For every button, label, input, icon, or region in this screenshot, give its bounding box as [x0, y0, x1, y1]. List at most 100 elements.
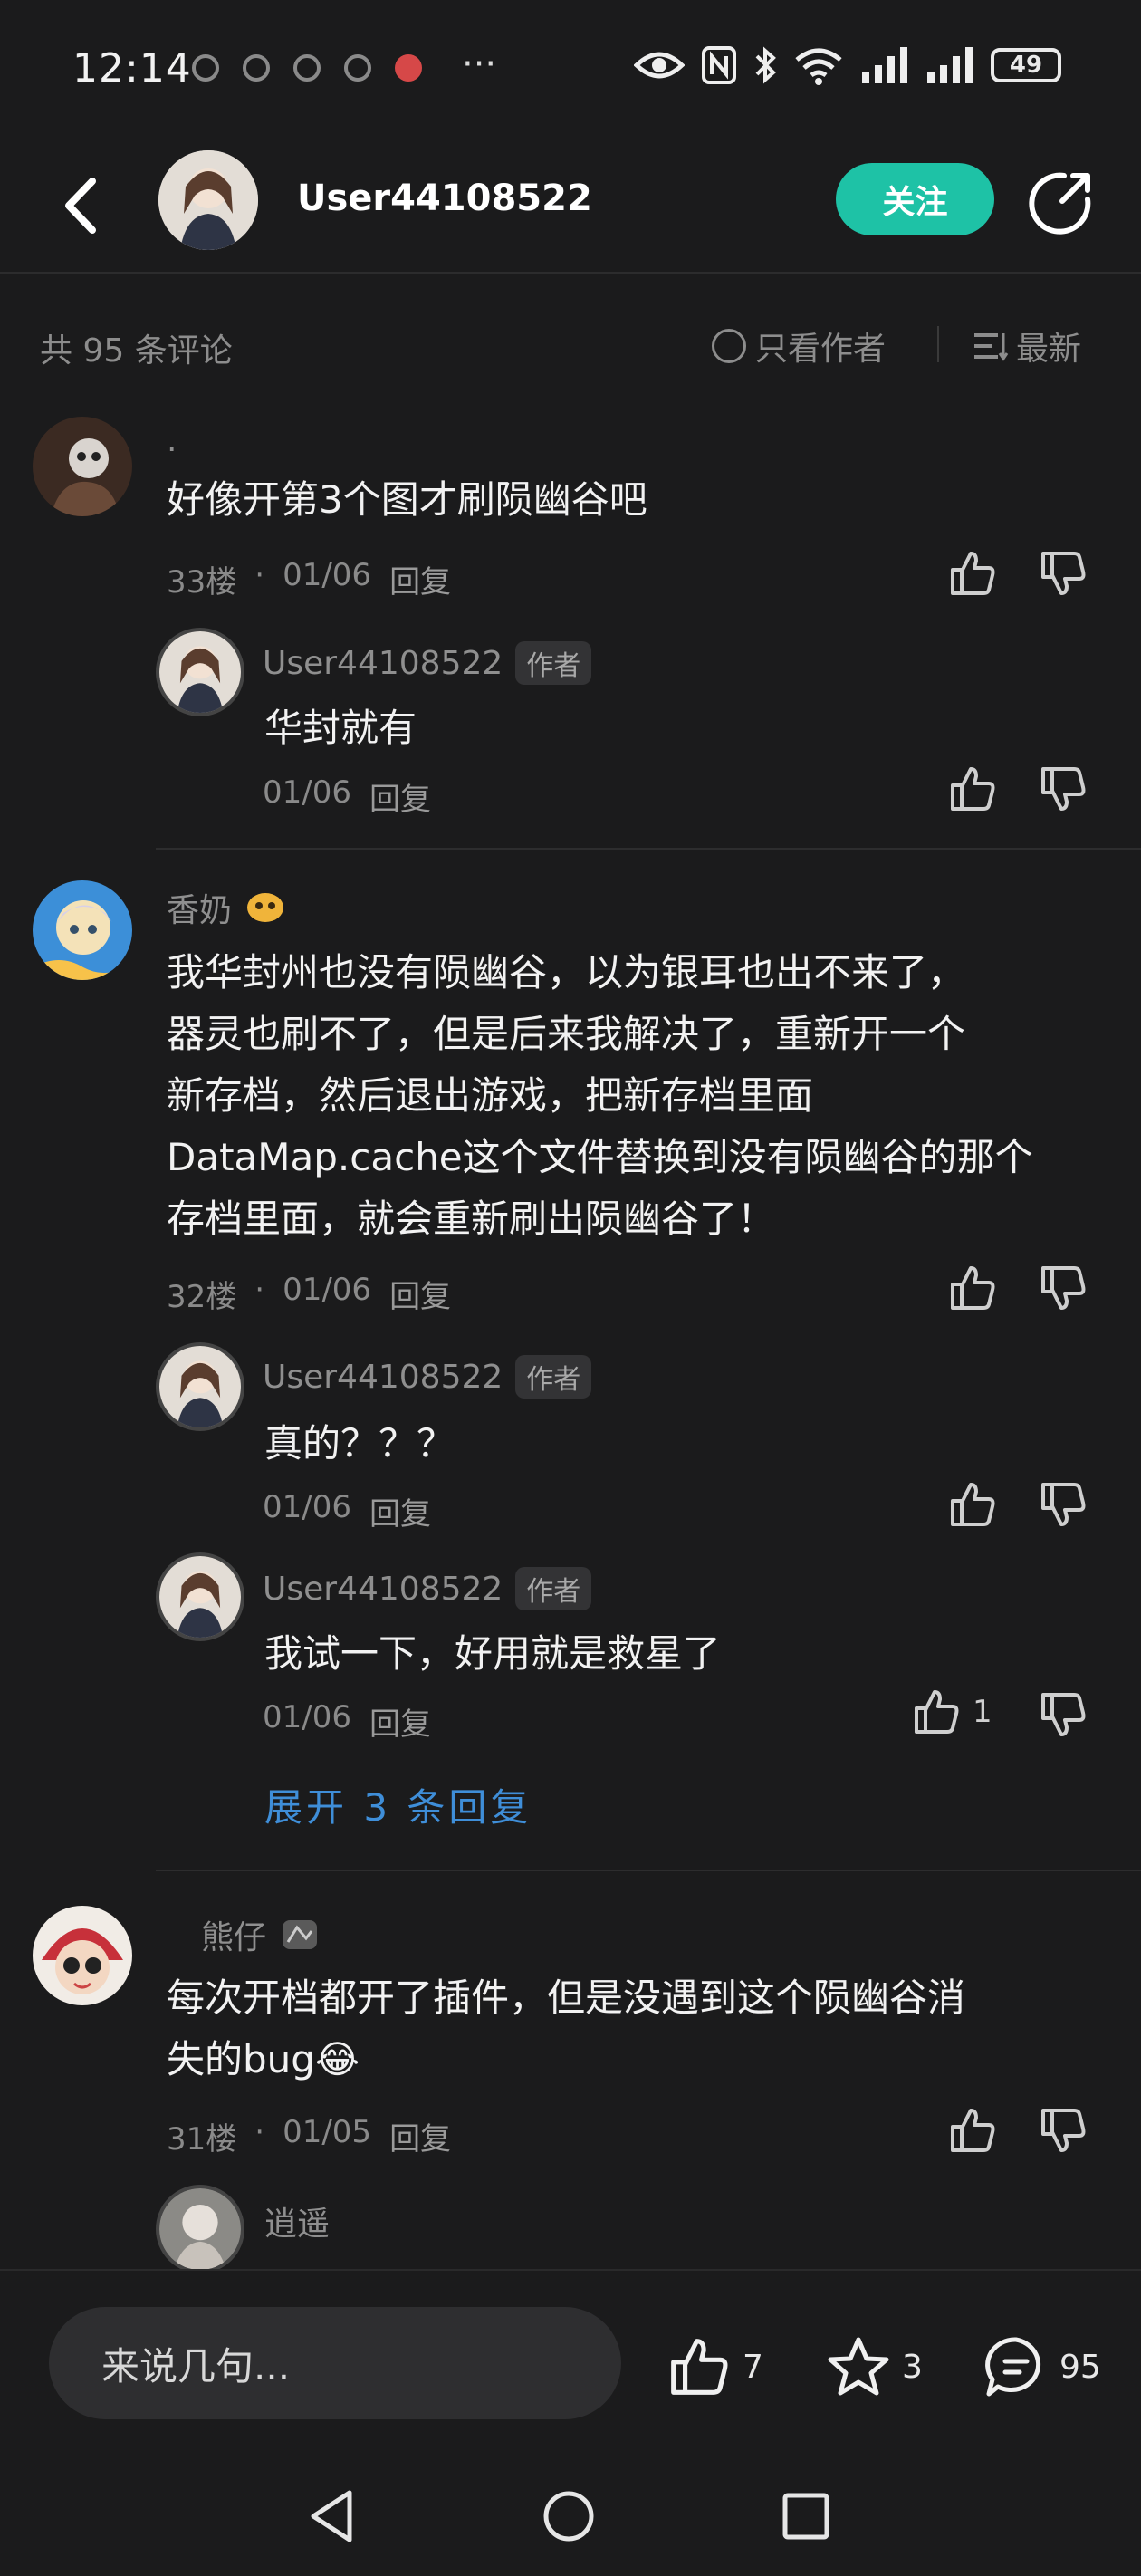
reply-meta: 01/06 回复	[263, 1699, 431, 1744]
battery-indicator: 49	[991, 48, 1061, 82]
reply-button[interactable]: 回复	[389, 1272, 451, 1316]
wifi-icon	[795, 48, 842, 85]
radio-icon[interactable]	[712, 329, 746, 363]
back-arrow-icon[interactable]	[56, 174, 110, 237]
nav-back-icon[interactable]	[304, 2487, 359, 2545]
comment-action-bar: 来说几句... 7 3 95	[0, 2269, 1141, 2419]
comment-text: 每次开档都开了插件，但是没遇到这个陨幽谷消 失的bug😂	[167, 1967, 1072, 2091]
thumbs-up-icon[interactable]	[947, 1263, 998, 1313]
reply-button[interactable]: 回复	[369, 1699, 431, 1744]
commenter-avatar[interactable]	[33, 880, 132, 980]
thumbs-up-icon	[671, 2339, 728, 2395]
comment-meta: 33楼 · 01/06 回复	[167, 557, 451, 601]
reply-avatar[interactable]	[156, 1342, 244, 1431]
comment-text-line: 失的bug😂	[167, 2037, 360, 2081]
thumbs-up-icon[interactable]	[947, 548, 998, 599]
only-author-label: 只看作者	[755, 331, 887, 368]
status-bar: 12:14 ··· 49	[0, 0, 1141, 136]
like-control[interactable]: 1	[911, 1687, 992, 1737]
reply-meta: 01/06 回复	[263, 774, 431, 819]
commenter-header: 熊仔	[201, 1911, 321, 1958]
reply-button[interactable]: 回复	[369, 1489, 431, 1533]
thumbs-down-icon[interactable]	[1038, 1689, 1088, 1740]
comment-text: 我华封州也没有陨幽谷，以为银耳也出不来了， 器灵也刷不了，但是后来我解决了，重新…	[167, 942, 1072, 1250]
thumbs-up-icon[interactable]	[947, 764, 998, 814]
notification-icons	[192, 54, 422, 82]
author-badge: 作者	[515, 1355, 592, 1399]
only-author-toggle[interactable]: 只看作者	[712, 322, 886, 370]
comment-input[interactable]: 来说几句...	[49, 2307, 621, 2419]
commenter-name[interactable]: 熊仔	[201, 1911, 266, 1958]
thumbs-up-icon[interactable]	[911, 1687, 962, 1737]
reply-text: 真的？？？	[264, 1421, 455, 1466]
avatar-image	[33, 1906, 132, 2005]
reply-author-name[interactable]: User44108522	[263, 1359, 503, 1396]
bluetooth-icon	[755, 46, 776, 84]
reply-button[interactable]: 回复	[389, 2114, 451, 2158]
like-count: 1	[973, 1694, 992, 1730]
expand-replies-link[interactable]: 展开 3 条回复	[264, 1777, 532, 1832]
status-time: 12:14	[72, 45, 192, 91]
reply-button[interactable]: 回复	[369, 774, 431, 819]
notification-icon	[243, 54, 270, 82]
reply-date: 01/06	[263, 1489, 351, 1525]
dot: ·	[254, 2114, 265, 2150]
thumbs-down-icon[interactable]	[1038, 764, 1088, 814]
thumbs-down-icon[interactable]	[1038, 548, 1088, 599]
commenter-name[interactable]: .	[167, 422, 177, 459]
share-icon[interactable]	[1028, 168, 1095, 235]
commenter-avatar[interactable]	[33, 417, 132, 516]
notification-icon	[344, 54, 371, 82]
reply-author-name[interactable]: 逍遥	[264, 2197, 330, 2244]
floor-number: 31楼	[167, 2121, 237, 2158]
author-avatar[interactable]	[158, 150, 258, 250]
like-post-button[interactable]: 7	[666, 2334, 763, 2399]
comment-button[interactable]: 95	[983, 2334, 1101, 2399]
reply-header: User44108522 作者	[263, 641, 592, 685]
reply-avatar[interactable]	[156, 628, 244, 716]
thumbs-down-icon[interactable]	[1038, 2105, 1088, 2156]
avatar-image	[159, 2188, 241, 2270]
system-icons: 49	[634, 45, 1061, 85]
comment-text-line: 新存档，然后退出游戏，把新存档里面	[167, 1073, 814, 1118]
notification-icon	[293, 54, 321, 82]
thumbs-down-icon[interactable]	[1038, 1479, 1088, 1530]
reply-button[interactable]: 回复	[389, 557, 451, 601]
reply-header: User44108522 作者	[263, 1355, 592, 1399]
signal-icon-2	[927, 47, 973, 83]
sort-toggle[interactable]: 最新	[973, 322, 1081, 370]
follow-button[interactable]: 关注	[836, 163, 994, 235]
nav-home-icon[interactable]	[542, 2489, 596, 2543]
commenter-avatar[interactable]	[33, 1906, 132, 2005]
comment-text-line: DataMap.cache这个文件替换到没有陨幽谷的那个	[167, 1135, 1033, 1179]
comment-date: 01/06	[283, 557, 372, 593]
favorite-button[interactable]: 3	[826, 2334, 923, 2399]
avatar-image	[33, 880, 132, 980]
reply-date: 01/06	[263, 1699, 351, 1735]
more-notifications-icon: ···	[462, 43, 497, 85]
thumbs-up-icon[interactable]	[947, 2105, 998, 2156]
dot: ·	[254, 557, 265, 593]
reply-text: 我试一下，好用就是救星了	[264, 1631, 722, 1676]
commenter-header: 香奶	[167, 884, 286, 931]
sort-label: 最新	[1016, 331, 1082, 368]
commenter-name[interactable]: 香奶	[167, 884, 232, 931]
nfc-icon	[702, 46, 736, 84]
comment-count: 95	[1060, 2348, 1101, 2386]
comment-bubble-icon	[985, 2337, 1041, 2397]
comment-meta: 31楼 · 01/05 回复	[167, 2114, 451, 2158]
reply-header: User44108522 作者	[263, 1567, 592, 1610]
reply-author-name[interactable]: User44108522	[263, 645, 503, 682]
reply-author-name[interactable]: User44108522	[263, 1571, 503, 1608]
thumbs-down-icon[interactable]	[1038, 1263, 1088, 1313]
nav-recents-icon[interactable]	[781, 2491, 831, 2542]
floor-number: 32楼	[167, 1279, 237, 1315]
comment-date: 01/05	[283, 2114, 372, 2150]
thumbs-up-icon[interactable]	[947, 1479, 998, 1530]
signal-icon	[862, 47, 907, 83]
reply-meta: 01/06 回复	[263, 1489, 431, 1533]
author-name[interactable]: User44108522	[297, 178, 592, 219]
sort-icon	[974, 333, 1009, 361]
reply-avatar[interactable]	[156, 1552, 244, 1641]
reply-avatar[interactable]	[156, 2185, 244, 2273]
